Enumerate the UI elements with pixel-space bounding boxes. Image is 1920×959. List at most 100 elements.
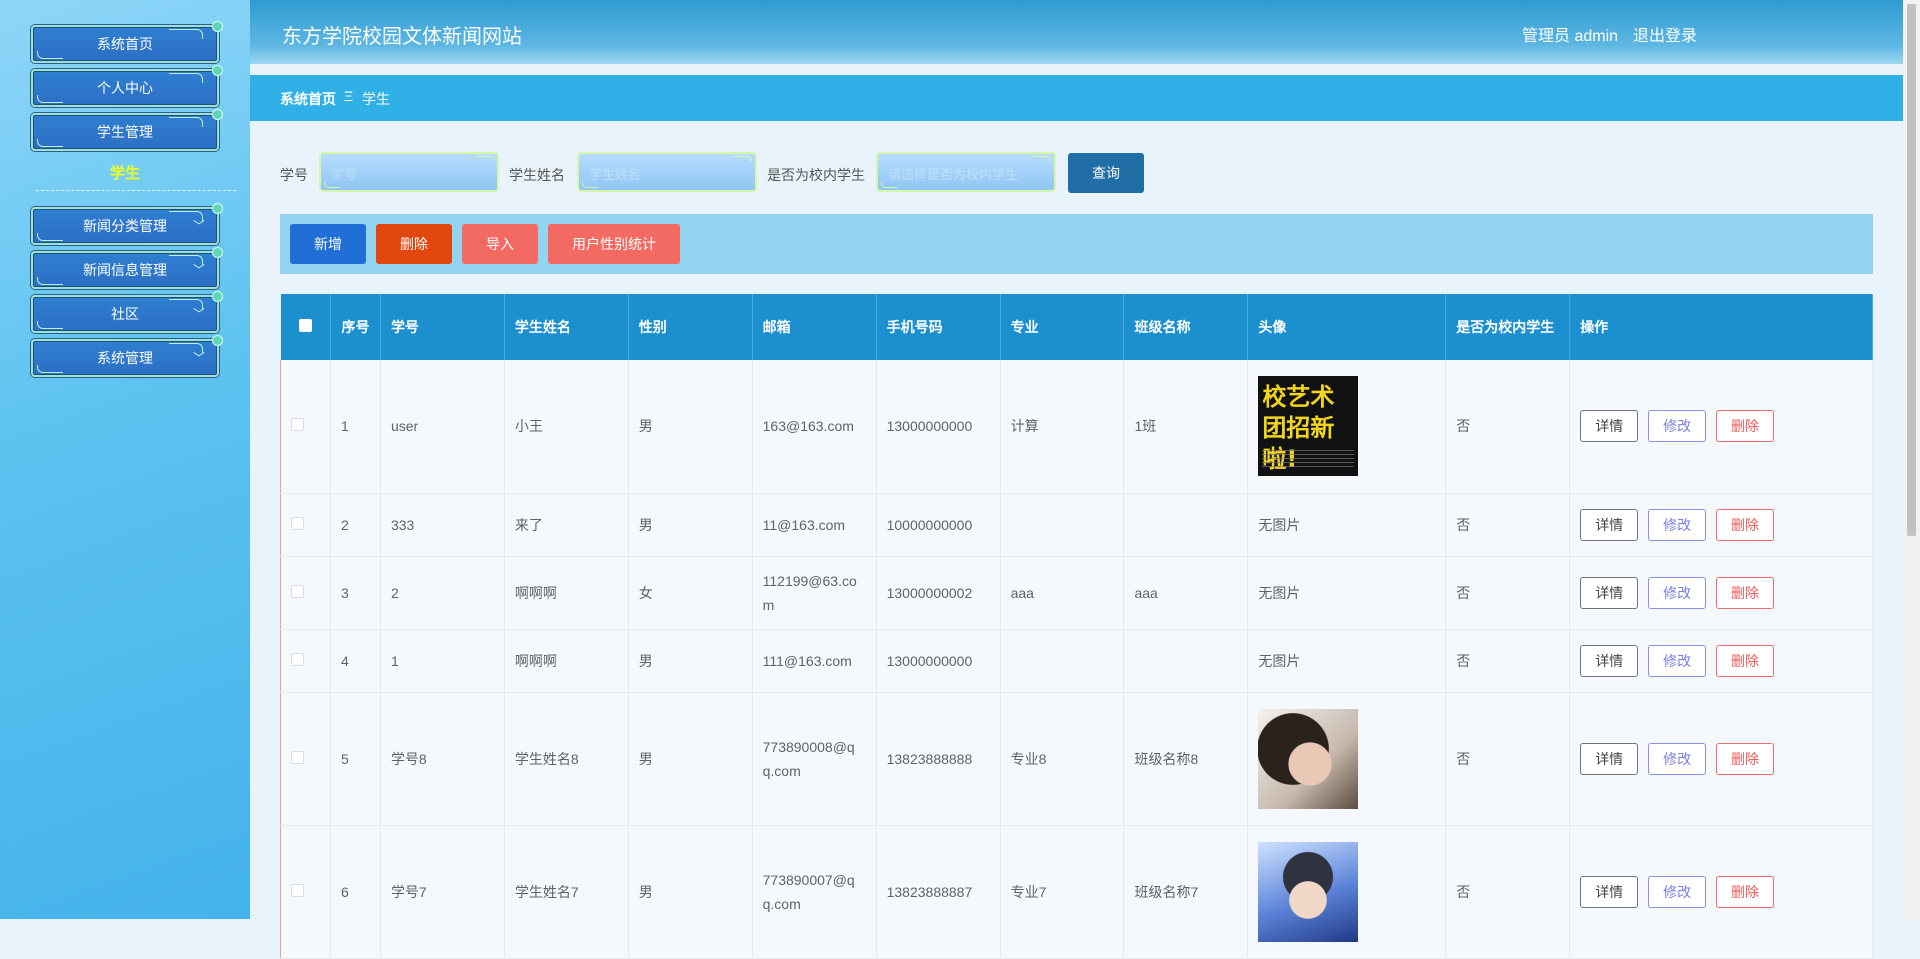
edit-button[interactable]: 修改 (1648, 410, 1707, 443)
cell-phone: 13000000000 (876, 360, 1001, 494)
ornament-knob (212, 109, 223, 120)
ornament (734, 156, 752, 162)
cell-avatar: 无图片 (1247, 629, 1447, 693)
scrollbar-thumb[interactable] (1907, 4, 1916, 536)
student-id-label: 学号 (280, 167, 308, 183)
breadcrumb-home[interactable]: 系统首页 (280, 89, 336, 109)
sidebar-item-news-info[interactable]: ﹀ 新闻信息管理 (31, 247, 223, 289)
cell-email: 111@163.com (752, 629, 877, 693)
cell-major: 专业8 (1000, 692, 1125, 826)
edit-button[interactable]: 修改 (1648, 576, 1707, 609)
cell-class (1123, 493, 1249, 557)
edit-button[interactable]: 修改 (1648, 742, 1707, 775)
delete-button[interactable]: 删除 (1715, 875, 1774, 908)
column-header: 性别 (628, 294, 753, 360)
cell-gender: 男 (628, 692, 753, 826)
column-header: 序号 (330, 294, 381, 360)
detail-button[interactable]: 详情 (1580, 742, 1639, 775)
cell-avatar (1247, 692, 1447, 826)
student-table: 序号 学号 学生姓名 性别 邮箱 手机号码 专业 班级名称 头像 是否为校内学生… (280, 294, 1873, 959)
ornament (881, 182, 897, 188)
ornament (1033, 156, 1051, 162)
cell-class: aaa (1123, 556, 1249, 630)
breadcrumb-separator: Ξ (344, 88, 354, 104)
avatar-image-portrait (1258, 708, 1359, 809)
ornament (37, 233, 63, 241)
sidebar-item-label: 社区 (111, 306, 139, 322)
delete-button[interactable]: 删除 (1715, 742, 1774, 775)
row-select-cell (280, 692, 331, 826)
column-header: 专业 (1000, 294, 1125, 360)
edit-button[interactable]: 修改 (1648, 508, 1707, 541)
cell-on-campus: 否 (1445, 556, 1571, 630)
cell-on-campus: 否 (1445, 629, 1571, 693)
sidebar-item-student-management[interactable]: 学生管理 (31, 109, 223, 151)
cell-phone: 10000000000 (876, 493, 1001, 557)
delete-button[interactable]: 删除 (1715, 576, 1774, 609)
sidebar-item-system-management[interactable]: ﹀ 系统管理 (31, 335, 223, 377)
column-header: 是否为校内学生 (1445, 294, 1571, 360)
gender-stats-button[interactable]: 用户性别统计 (548, 224, 680, 264)
detail-button[interactable]: 详情 (1580, 644, 1639, 677)
cell-avatar: 无图片 (1247, 493, 1447, 557)
student-id-input[interactable]: 学号 (319, 152, 499, 192)
column-header: 手机号码 (876, 294, 1001, 360)
ornament (582, 182, 598, 188)
import-button[interactable]: 导入 (462, 224, 538, 264)
on-campus-select[interactable]: 请选择是否为校内学生 (876, 152, 1056, 192)
add-button[interactable]: 新增 (290, 224, 366, 264)
sidebar-item-label: 个人中心 (97, 80, 153, 96)
sidebar-item-personal-center[interactable]: 个人中心 (31, 65, 223, 107)
sidebar-item-label: 学生管理 (97, 124, 153, 140)
table-header-row: 序号 学号 学生姓名 性别 邮箱 手机号码 专业 班级名称 头像 是否为校内学生… (280, 294, 1873, 360)
row-checkbox[interactable] (291, 652, 304, 666)
cell-avatar: 校艺术团招新啦! (1247, 360, 1447, 494)
chevron-down-icon: ﹀ (192, 263, 205, 277)
sidebar-item-community[interactable]: ﹀ 社区 (31, 291, 223, 333)
delete-button[interactable]: 删除 (1715, 508, 1774, 541)
sidebar-item-label: 系统首页 (97, 36, 153, 52)
detail-button[interactable]: 详情 (1580, 508, 1639, 541)
cell-gender: 男 (628, 360, 753, 494)
delete-button[interactable]: 删除 (1715, 644, 1774, 677)
sidebar-subitem-student[interactable]: 学生 (31, 162, 219, 183)
student-id-placeholder: 学号 (331, 167, 358, 182)
vertical-scrollbar[interactable] (1903, 0, 1920, 919)
cell-phone: 13823888888 (876, 692, 1001, 826)
sidebar: 系统首页 个人中心 学生管理 学生 ﹀ 新闻分类管理 ﹀ 新闻信息管理 ﹀ 社区 (0, 0, 250, 919)
cell-actions: 详情 修改 删除 (1569, 493, 1873, 557)
cell-student-id: 1 (380, 629, 505, 693)
logout-link[interactable]: 退出登录 (1633, 22, 1697, 46)
sidebar-item-label: 新闻分类管理 (83, 218, 167, 234)
cell-student-id: user (380, 360, 505, 494)
cell-major (1000, 493, 1125, 557)
search-button[interactable]: 查询 (1068, 153, 1144, 193)
row-checkbox[interactable] (291, 584, 304, 598)
student-name-input[interactable]: 学生姓名 (577, 152, 757, 192)
cell-on-campus: 否 (1445, 825, 1571, 959)
detail-button[interactable]: 详情 (1580, 576, 1639, 609)
cell-avatar: 无图片 (1247, 556, 1447, 630)
cell-actions: 详情 修改 删除 (1569, 556, 1873, 630)
row-checkbox[interactable] (291, 750, 304, 764)
edit-button[interactable]: 修改 (1648, 644, 1707, 677)
delete-button[interactable]: 删除 (1715, 410, 1774, 443)
chevron-down-icon: ﹀ (192, 307, 205, 321)
cell-major: aaa (1000, 556, 1125, 630)
sidebar-item-news-category[interactable]: ﹀ 新闻分类管理 (31, 203, 223, 245)
detail-button[interactable]: 详情 (1580, 875, 1639, 908)
cell-phone: 13823888887 (876, 825, 1001, 959)
detail-button[interactable]: 详情 (1580, 410, 1639, 443)
batch-delete-button[interactable]: 删除 (376, 224, 452, 264)
sidebar-item-home[interactable]: 系统首页 (31, 21, 223, 63)
edit-button[interactable]: 修改 (1648, 875, 1707, 908)
row-checkbox[interactable] (291, 516, 304, 530)
row-checkbox[interactable] (291, 418, 304, 432)
cell-no: 5 (330, 692, 381, 826)
select-all-checkbox[interactable] (298, 319, 312, 332)
cell-class: 班级名称8 (1123, 692, 1249, 826)
row-checkbox[interactable] (291, 883, 304, 897)
table-row: 4 1 啊啊啊 男 111@163.com 13000000000 无图片 否 … (280, 629, 1873, 693)
cell-class: 班级名称7 (1123, 825, 1249, 959)
ornament-knob (212, 65, 223, 76)
